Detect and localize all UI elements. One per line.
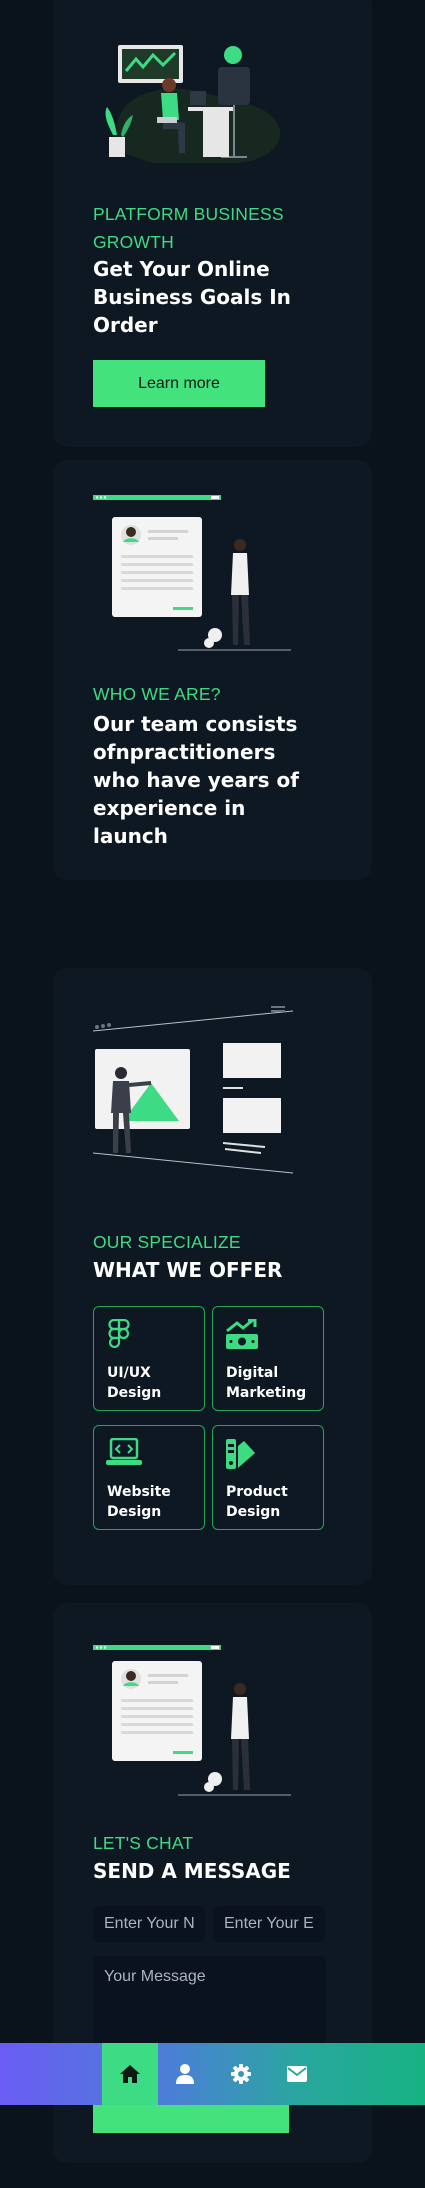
offer-tile-uiux[interactable]: UI/UX Design bbox=[93, 1306, 205, 1411]
gear-icon bbox=[231, 2064, 251, 2084]
offer-label: Digital Marketing bbox=[226, 1365, 307, 1401]
hero-kicker: PLATFORM BUSINESS GROWTH bbox=[93, 204, 284, 252]
laptop-code-icon bbox=[106, 1438, 142, 1465]
email-input[interactable] bbox=[213, 1906, 325, 1942]
offer-tile-marketing[interactable]: Digital Marketing bbox=[212, 1306, 324, 1411]
home-icon bbox=[120, 2065, 140, 2083]
hero-title: Get Your Online Business Goals In Order bbox=[93, 257, 291, 337]
offer-label: Website Design bbox=[107, 1484, 171, 1520]
about-kicker: WHO WE ARE? bbox=[93, 684, 221, 704]
services-title: WHAT WE OFFER bbox=[93, 1258, 283, 1282]
hero-card: PLATFORM BUSINESS GROWTH Get Your Online… bbox=[53, 0, 372, 447]
contact-illustration bbox=[93, 1645, 291, 1796]
bottom-navbar bbox=[0, 2043, 425, 2105]
offer-label: Product Design bbox=[226, 1484, 288, 1520]
nav-home[interactable] bbox=[102, 2043, 158, 2105]
nav-profile[interactable] bbox=[157, 2043, 213, 2105]
nav-messages[interactable] bbox=[269, 2043, 325, 2105]
contact-kicker: LET'S CHAT bbox=[93, 1833, 194, 1853]
money-growth-icon bbox=[226, 1319, 258, 1349]
envelope-icon bbox=[287, 2066, 307, 2082]
services-illustration bbox=[93, 1006, 294, 1174]
user-icon bbox=[176, 2064, 194, 2084]
about-card: WHO WE ARE? Our team consists ofnpractit… bbox=[53, 460, 372, 880]
message-textarea[interactable] bbox=[93, 1956, 326, 2046]
contact-title: SEND A MESSAGE bbox=[93, 1859, 291, 1883]
swatchbook-icon bbox=[226, 1439, 255, 1469]
services-kicker: OUR SPECIALIZE bbox=[93, 1232, 241, 1252]
figma-icon bbox=[108, 1319, 130, 1349]
about-title: Our team consists ofnpractitioners who h… bbox=[93, 712, 299, 848]
offer-tile-product[interactable]: Product Design bbox=[212, 1425, 324, 1530]
name-input[interactable] bbox=[93, 1906, 205, 1942]
offer-tile-website[interactable]: Website Design bbox=[93, 1425, 205, 1530]
about-illustration bbox=[93, 495, 291, 651]
nav-settings[interactable] bbox=[213, 2043, 269, 2105]
offer-label: UI/UX Design bbox=[107, 1365, 162, 1401]
learn-more-button[interactable]: Learn more bbox=[93, 360, 265, 407]
services-card: OUR SPECIALIZE WHAT WE OFFER UI/UX Desig… bbox=[53, 968, 372, 1585]
send-message-button[interactable] bbox=[93, 2103, 289, 2133]
hero-illustration bbox=[105, 45, 281, 163]
